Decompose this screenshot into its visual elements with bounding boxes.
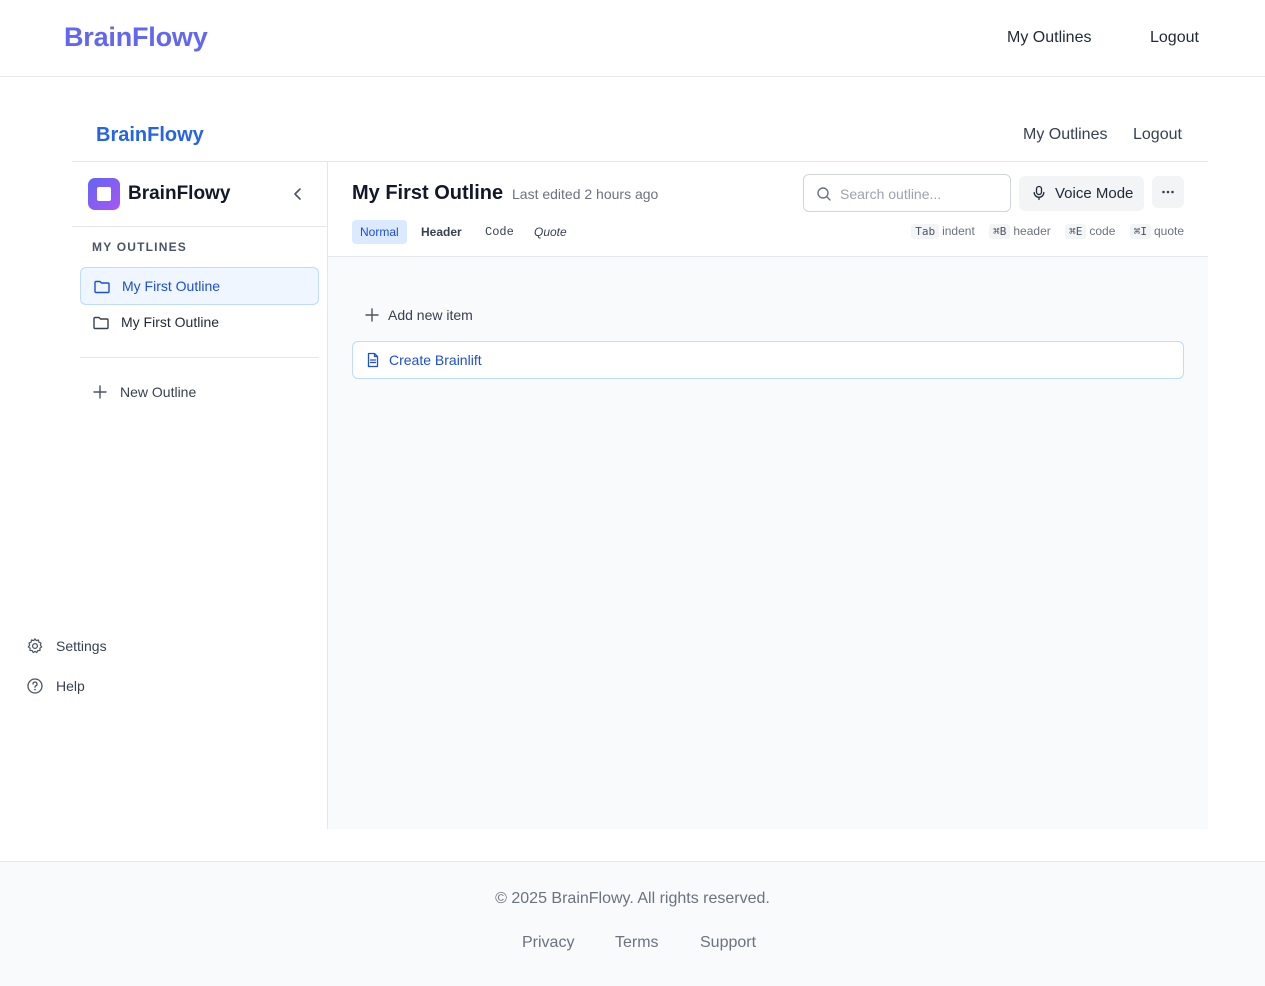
format-header-button[interactable]: Header: [413, 220, 470, 244]
footer: © 2025 BrainFlowy. All rights reserved. …: [0, 861, 1265, 986]
plus-icon: [93, 385, 107, 399]
more-options-button[interactable]: [1152, 176, 1184, 208]
new-outline-button[interactable]: New Outline: [80, 374, 319, 410]
microphone-icon: [1033, 185, 1045, 201]
terms-link[interactable]: Terms: [615, 934, 659, 952]
sidebar-title: BrainFlowy: [128, 183, 231, 204]
search-icon: [817, 187, 831, 201]
sidebar-section-label: MY OUTLINES: [92, 240, 187, 254]
help-circle-icon: [27, 678, 43, 694]
voice-mode-button[interactable]: Voice Mode: [1019, 176, 1144, 211]
voice-mode-label: Voice Mode: [1055, 185, 1134, 202]
shortcut-text: code: [1089, 224, 1116, 238]
search-box[interactable]: [803, 174, 1011, 212]
nav-logout-link[interactable]: Logout: [1150, 29, 1199, 47]
outline-title[interactable]: My First Outline: [352, 182, 503, 205]
sidebar-divider: [80, 357, 319, 358]
shortcut-text: header: [1013, 224, 1051, 238]
shortcut-hints: Tab indent ⌘B header ⌘E code ⌘I quote: [911, 224, 1184, 239]
app-nav-my-outlines-link[interactable]: My Outlines: [1023, 126, 1107, 144]
folder-icon: [93, 316, 109, 330]
search-input[interactable]: [840, 184, 1000, 204]
format-code-button[interactable]: Code: [477, 220, 522, 244]
copyright-text: © 2025 BrainFlowy. All rights reserved.: [495, 890, 770, 907]
app-logo-icon: [88, 178, 120, 210]
shortcut-key: ⌘B: [989, 224, 1011, 239]
shortcut-key: ⌘E: [1065, 224, 1087, 239]
shortcut-key: Tab: [911, 224, 940, 239]
settings-label: Settings: [56, 638, 107, 654]
sidebar-item-outline[interactable]: My First Outline: [80, 304, 319, 342]
shortcut-text: indent: [942, 224, 975, 238]
plus-icon: [365, 308, 379, 322]
folder-icon: [94, 280, 110, 294]
app-brand[interactable]: BrainFlowy: [96, 124, 204, 147]
add-new-item-label: Add new item: [388, 307, 473, 323]
new-outline-label: New Outline: [120, 384, 197, 400]
shortcut-text: quote: [1153, 224, 1184, 238]
create-brainlift-button[interactable]: Create Brainlift: [352, 341, 1184, 379]
format-normal-button[interactable]: Normal: [352, 220, 407, 244]
shortcut-key: ⌘I: [1129, 224, 1151, 239]
nav-my-outlines-link[interactable]: My Outlines: [1007, 29, 1091, 47]
sidebar-item-outline[interactable]: My First Outline: [80, 267, 319, 305]
brand-logo[interactable]: BrainFlowy: [64, 22, 208, 53]
sidebar-header: BrainFlowy: [72, 162, 327, 227]
format-quote-button[interactable]: Quote: [526, 220, 575, 244]
support-link[interactable]: Support: [700, 934, 756, 952]
sidebar-item-label: My First Outline: [121, 314, 220, 330]
gear-icon: [27, 638, 43, 654]
privacy-link[interactable]: Privacy: [522, 934, 574, 952]
top-navbar: BrainFlowy My Outlines Logout: [0, 0, 1265, 77]
more-horizontal-icon: [1162, 190, 1174, 194]
sidebar-item-label: My First Outline: [122, 278, 221, 294]
editor-panel: My First Outline Last edited 2 hours ago…: [328, 162, 1208, 829]
chevron-left-icon[interactable]: [288, 184, 308, 204]
sidebar: BrainFlowy MY OUTLINES My First Outline …: [72, 162, 328, 829]
document-icon: [367, 352, 379, 368]
help-label: Help: [56, 678, 85, 694]
editor-header: My First Outline Last edited 2 hours ago…: [328, 162, 1208, 257]
last-edited-text: Last edited 2 hours ago: [512, 186, 659, 202]
create-brainlift-label: Create Brainlift: [389, 352, 482, 368]
app-nav-logout-link[interactable]: Logout: [1133, 126, 1182, 144]
